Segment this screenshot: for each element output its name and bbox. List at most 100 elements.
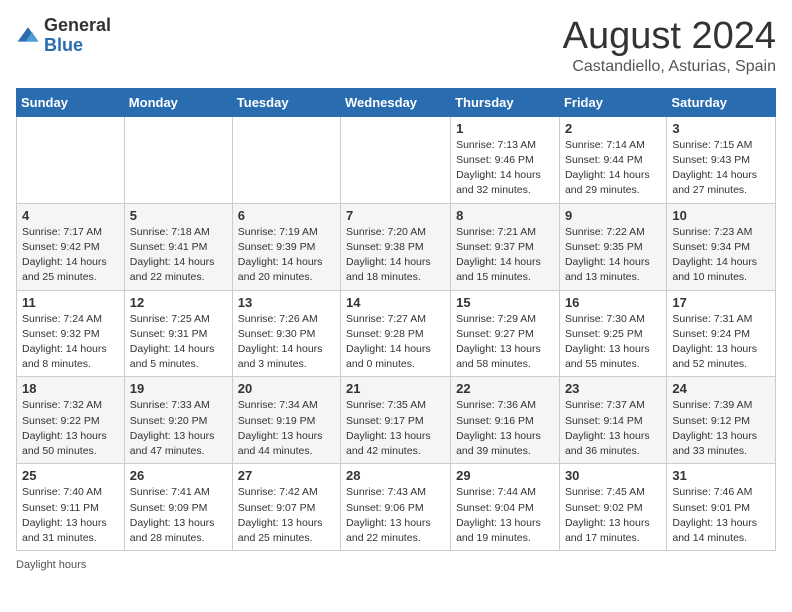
day-number: 6 <box>238 208 335 223</box>
day-info: Sunrise: 7:30 AM Sunset: 9:25 PM Dayligh… <box>565 312 661 373</box>
calendar-subtitle: Castandiello, Asturias, Spain <box>563 58 776 76</box>
logo-icon <box>16 24 40 48</box>
col-header-monday: Monday <box>124 88 232 116</box>
day-cell: 24 Sunrise: 7:39 AM Sunset: 9:12 PM Dayli… <box>667 377 776 464</box>
title-area: August 2024 Castandiello, Asturias, Spai… <box>563 16 776 76</box>
day-info: Sunrise: 7:31 AM Sunset: 9:24 PM Dayligh… <box>672 312 770 373</box>
day-number: 22 <box>456 381 554 396</box>
week-row-5: 25Sunrise: 7:40 AM Sunset: 9:11 PM Dayli… <box>17 464 776 551</box>
day-info: Sunrise: 7:39 AM Sunset: 9:12 PM Dayligh… <box>672 398 770 459</box>
day-number: 20 <box>238 381 335 396</box>
day-info: Sunrise: 7:41 AM Sunset: 9:09 PM Dayligh… <box>130 485 227 546</box>
day-cell: 4Sunrise: 7:17 AM Sunset: 9:42 PM Daylig… <box>17 203 125 290</box>
day-info: Sunrise: 7:29 AM Sunset: 9:27 PM Dayligh… <box>456 312 554 373</box>
day-info: Sunrise: 7:42 AM Sunset: 9:07 PM Dayligh… <box>238 485 335 546</box>
week-row-2: 4Sunrise: 7:17 AM Sunset: 9:42 PM Daylig… <box>17 203 776 290</box>
day-info: Sunrise: 7:25 AM Sunset: 9:31 PM Dayligh… <box>130 312 227 373</box>
day-number: 3 <box>672 121 770 136</box>
day-cell: 26 Sunrise: 7:41 AM Sunset: 9:09 PM Dayli… <box>124 464 232 551</box>
day-cell <box>341 116 451 203</box>
day-info: Sunrise: 7:20 AM Sunset: 9:38 PM Dayligh… <box>346 225 445 286</box>
day-cell: 1Sunrise: 7:13 AM Sunset: 9:46 PM Daylig… <box>451 116 560 203</box>
day-cell: 10 Sunrise: 7:23 AM Sunset: 9:34 PM Dayli… <box>667 203 776 290</box>
day-cell: 6Sunrise: 7:19 AM Sunset: 9:39 PM Daylig… <box>232 203 340 290</box>
day-cell: 13 Sunrise: 7:26 AM Sunset: 9:30 PM Dayli… <box>232 290 340 377</box>
day-info: Sunrise: 7:14 AM Sunset: 9:44 PM Dayligh… <box>565 138 661 199</box>
day-info: Sunrise: 7:17 AM Sunset: 9:42 PM Dayligh… <box>22 225 119 286</box>
day-cell: 11 Sunrise: 7:24 AM Sunset: 9:32 PM Dayli… <box>17 290 125 377</box>
footer-text: Daylight hours <box>16 559 86 571</box>
day-number: 13 <box>238 295 335 310</box>
day-cell: 27 Sunrise: 7:42 AM Sunset: 9:07 PM Dayli… <box>232 464 340 551</box>
day-number: 8 <box>456 208 554 223</box>
week-row-1: 1Sunrise: 7:13 AM Sunset: 9:46 PM Daylig… <box>17 116 776 203</box>
logo: General Blue <box>16 16 111 56</box>
col-header-friday: Friday <box>559 88 666 116</box>
day-info: Sunrise: 7:23 AM Sunset: 9:34 PM Dayligh… <box>672 225 770 286</box>
day-number: 2 <box>565 121 661 136</box>
day-info: Sunrise: 7:46 AM Sunset: 9:01 PM Dayligh… <box>672 485 770 546</box>
day-info: Sunrise: 7:37 AM Sunset: 9:14 PM Dayligh… <box>565 398 661 459</box>
day-info: Sunrise: 7:15 AM Sunset: 9:43 PM Dayligh… <box>672 138 770 199</box>
day-info: Sunrise: 7:44 AM Sunset: 9:04 PM Dayligh… <box>456 485 554 546</box>
day-number: 26 <box>130 468 227 483</box>
day-number: 31 <box>672 468 770 483</box>
footer: Daylight hours <box>16 559 776 571</box>
day-number: 21 <box>346 381 445 396</box>
day-cell: 15 Sunrise: 7:29 AM Sunset: 9:27 PM Dayli… <box>451 290 560 377</box>
day-number: 14 <box>346 295 445 310</box>
day-info: Sunrise: 7:13 AM Sunset: 9:46 PM Dayligh… <box>456 138 554 199</box>
day-cell <box>17 116 125 203</box>
day-number: 16 <box>565 295 661 310</box>
day-number: 15 <box>456 295 554 310</box>
day-cell: 21 Sunrise: 7:35 AM Sunset: 9:17 PM Dayli… <box>341 377 451 464</box>
header-row: SundayMondayTuesdayWednesdayThursdayFrid… <box>17 88 776 116</box>
day-cell: 18 Sunrise: 7:32 AM Sunset: 9:22 PM Dayli… <box>17 377 125 464</box>
day-cell: 14 Sunrise: 7:27 AM Sunset: 9:28 PM Dayli… <box>341 290 451 377</box>
day-number: 27 <box>238 468 335 483</box>
day-number: 12 <box>130 295 227 310</box>
day-cell: 23 Sunrise: 7:37 AM Sunset: 9:14 PM Dayli… <box>559 377 666 464</box>
day-number: 28 <box>346 468 445 483</box>
day-info: Sunrise: 7:34 AM Sunset: 9:19 PM Dayligh… <box>238 398 335 459</box>
col-header-sunday: Sunday <box>17 88 125 116</box>
day-cell: 30Sunrise: 7:45 AM Sunset: 9:02 PM Dayli… <box>559 464 666 551</box>
col-header-tuesday: Tuesday <box>232 88 340 116</box>
day-info: Sunrise: 7:33 AM Sunset: 9:20 PM Dayligh… <box>130 398 227 459</box>
day-cell: 9Sunrise: 7:22 AM Sunset: 9:35 PM Daylig… <box>559 203 666 290</box>
day-cell: 3 Sunrise: 7:15 AM Sunset: 9:43 PM Daylig… <box>667 116 776 203</box>
day-info: Sunrise: 7:35 AM Sunset: 9:17 PM Dayligh… <box>346 398 445 459</box>
day-cell: 7 Sunrise: 7:20 AM Sunset: 9:38 PM Daylig… <box>341 203 451 290</box>
day-cell: 17Sunrise: 7:31 AM Sunset: 9:24 PM Dayli… <box>667 290 776 377</box>
day-number: 23 <box>565 381 661 396</box>
day-info: Sunrise: 7:18 AM Sunset: 9:41 PM Dayligh… <box>130 225 227 286</box>
day-number: 29 <box>456 468 554 483</box>
day-cell <box>232 116 340 203</box>
day-cell: 25Sunrise: 7:40 AM Sunset: 9:11 PM Dayli… <box>17 464 125 551</box>
day-info: Sunrise: 7:36 AM Sunset: 9:16 PM Dayligh… <box>456 398 554 459</box>
day-info: Sunrise: 7:22 AM Sunset: 9:35 PM Dayligh… <box>565 225 661 286</box>
day-number: 7 <box>346 208 445 223</box>
col-header-wednesday: Wednesday <box>341 88 451 116</box>
day-cell: 28Sunrise: 7:43 AM Sunset: 9:06 PM Dayli… <box>341 464 451 551</box>
day-number: 18 <box>22 381 119 396</box>
week-row-3: 11 Sunrise: 7:24 AM Sunset: 9:32 PM Dayli… <box>17 290 776 377</box>
header: General Blue August 2024 Castandiello, A… <box>16 16 776 76</box>
day-cell: 31 Sunrise: 7:46 AM Sunset: 9:01 PM Dayli… <box>667 464 776 551</box>
day-cell: 20 Sunrise: 7:34 AM Sunset: 9:19 PM Dayli… <box>232 377 340 464</box>
day-info: Sunrise: 7:45 AM Sunset: 9:02 PM Dayligh… <box>565 485 661 546</box>
day-number: 24 <box>672 381 770 396</box>
logo-text: General Blue <box>44 16 111 56</box>
day-cell <box>124 116 232 203</box>
day-info: Sunrise: 7:26 AM Sunset: 9:30 PM Dayligh… <box>238 312 335 373</box>
day-cell: 29 Sunrise: 7:44 AM Sunset: 9:04 PM Dayli… <box>451 464 560 551</box>
day-info: Sunrise: 7:21 AM Sunset: 9:37 PM Dayligh… <box>456 225 554 286</box>
day-info: Sunrise: 7:32 AM Sunset: 9:22 PM Dayligh… <box>22 398 119 459</box>
day-info: Sunrise: 7:27 AM Sunset: 9:28 PM Dayligh… <box>346 312 445 373</box>
col-header-saturday: Saturday <box>667 88 776 116</box>
day-info: Sunrise: 7:24 AM Sunset: 9:32 PM Dayligh… <box>22 312 119 373</box>
day-cell: 16 Sunrise: 7:30 AM Sunset: 9:25 PM Dayli… <box>559 290 666 377</box>
day-number: 10 <box>672 208 770 223</box>
day-number: 19 <box>130 381 227 396</box>
day-number: 11 <box>22 295 119 310</box>
